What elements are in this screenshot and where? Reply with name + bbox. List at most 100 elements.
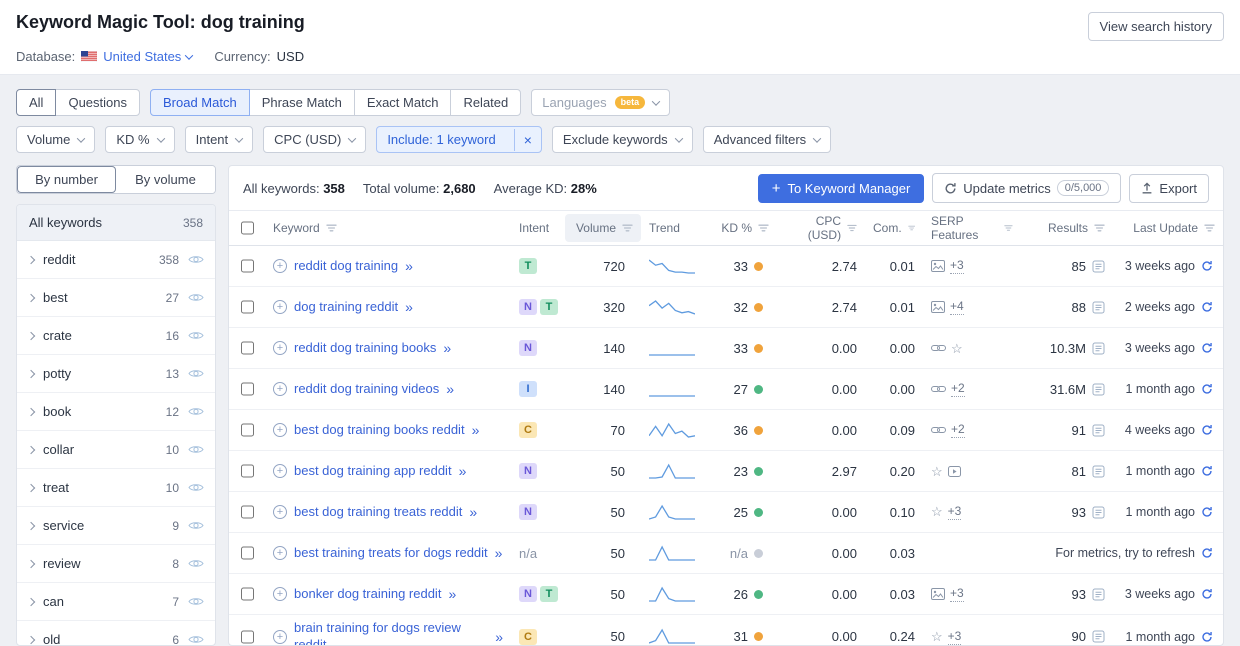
to-keyword-manager-button[interactable]: + To Keyword Manager — [758, 174, 925, 203]
keyword-group-treat[interactable]: treat 10 — [17, 469, 215, 507]
languages-dropdown[interactable]: Languages beta — [531, 89, 670, 116]
cpc-filter-dropdown[interactable]: CPC (USD) — [263, 126, 366, 153]
row-checkbox[interactable] — [241, 259, 254, 273]
serp-more-link[interactable]: +2 — [951, 422, 965, 437]
eye-icon[interactable] — [188, 254, 204, 265]
keyword-link[interactable]: bonker dog training reddit — [294, 586, 441, 603]
eye-icon[interactable] — [188, 368, 204, 379]
refresh-row-icon[interactable] — [1201, 631, 1213, 643]
keyword-group-best[interactable]: best 27 — [17, 279, 215, 317]
keyword-link[interactable]: best dog training treats reddit — [294, 504, 462, 521]
tab-all[interactable]: All — [16, 89, 56, 116]
by-volume-button[interactable]: By volume — [116, 166, 215, 193]
open-keyword-icon[interactable]: » — [495, 629, 503, 645]
eye-icon[interactable] — [188, 292, 204, 303]
keyword-link[interactable]: dog training reddit — [294, 299, 398, 316]
eye-icon[interactable] — [188, 444, 204, 455]
tab-phrase-match[interactable]: Phrase Match — [249, 89, 355, 116]
refresh-row-icon[interactable] — [1201, 506, 1213, 518]
row-checkbox[interactable] — [241, 630, 254, 644]
add-keyword-icon[interactable]: + — [273, 423, 287, 437]
select-all-checkbox[interactable] — [241, 221, 254, 235]
row-checkbox[interactable] — [241, 546, 254, 560]
open-keyword-icon[interactable]: » — [472, 422, 480, 438]
keyword-link[interactable]: best dog training app reddit — [294, 463, 452, 480]
open-keyword-icon[interactable]: » — [448, 586, 456, 602]
keyword-group-reddit[interactable]: reddit 358 — [17, 241, 215, 279]
refresh-row-icon[interactable] — [1201, 424, 1213, 436]
add-keyword-icon[interactable]: + — [273, 464, 287, 478]
eye-icon[interactable] — [188, 330, 204, 341]
refresh-row-icon[interactable] — [1201, 260, 1213, 272]
row-checkbox[interactable] — [241, 464, 254, 478]
serp-results-icon[interactable] — [1092, 424, 1105, 437]
volume-filter-dropdown[interactable]: Volume — [16, 126, 95, 153]
eye-icon[interactable] — [188, 596, 204, 607]
open-keyword-icon[interactable]: » — [446, 381, 454, 397]
column-header-last-update[interactable]: Last Update — [1113, 214, 1223, 242]
column-header-cpc-usd[interactable]: CPC (USD) — [777, 214, 865, 242]
keyword-group-service[interactable]: service 9 — [17, 507, 215, 545]
keyword-group-potty[interactable]: potty 13 — [17, 355, 215, 393]
eye-icon[interactable] — [188, 558, 204, 569]
include-filter-chip[interactable]: Include: 1 keyword × — [376, 126, 542, 153]
row-checkbox[interactable] — [241, 341, 254, 355]
add-keyword-icon[interactable]: + — [273, 382, 287, 396]
eye-icon[interactable] — [188, 520, 204, 531]
row-checkbox[interactable] — [241, 587, 254, 601]
keyword-link[interactable]: best training treats for dogs reddit — [294, 545, 488, 562]
keyword-link[interactable]: reddit dog training videos — [294, 381, 439, 398]
serp-more-link[interactable]: +3 — [950, 586, 964, 601]
keyword-group-can[interactable]: can 7 — [17, 583, 215, 621]
column-header-serp-features[interactable]: SERP Features — [923, 214, 1021, 242]
add-keyword-icon[interactable]: + — [273, 259, 287, 273]
tab-broad-match[interactable]: Broad Match — [150, 89, 250, 116]
add-keyword-icon[interactable]: + — [273, 546, 287, 560]
tab-related[interactable]: Related — [450, 89, 521, 116]
serp-results-icon[interactable] — [1092, 588, 1105, 601]
eye-icon[interactable] — [188, 482, 204, 493]
column-header-keyword[interactable]: Keyword — [265, 214, 511, 242]
column-header-kd[interactable]: KD % — [705, 214, 777, 242]
by-number-button[interactable]: By number — [17, 166, 116, 193]
keyword-link[interactable]: best dog training books reddit — [294, 422, 465, 439]
row-checkbox[interactable] — [241, 382, 254, 396]
add-keyword-icon[interactable]: + — [273, 341, 287, 355]
exclude-keywords-filter-dropdown[interactable]: Exclude keywords — [552, 126, 693, 153]
keyword-group-collar[interactable]: collar 10 — [17, 431, 215, 469]
refresh-row-icon[interactable] — [1201, 547, 1213, 559]
add-keyword-icon[interactable]: + — [273, 630, 287, 644]
serp-more-link[interactable]: +3 — [948, 629, 962, 644]
open-keyword-icon[interactable]: » — [405, 258, 413, 274]
row-checkbox[interactable] — [241, 505, 254, 519]
update-metrics-button[interactable]: Update metrics 0/5,000 — [932, 173, 1121, 203]
serp-results-icon[interactable] — [1092, 465, 1105, 478]
open-keyword-icon[interactable]: » — [443, 340, 451, 356]
column-header-intent[interactable]: Intent — [511, 214, 565, 242]
serp-results-icon[interactable] — [1092, 301, 1105, 314]
serp-more-link[interactable]: +3 — [950, 258, 964, 273]
intent-filter-dropdown[interactable]: Intent — [185, 126, 254, 153]
keyword-link[interactable]: reddit dog training books — [294, 340, 436, 357]
serp-more-link[interactable]: +2 — [951, 381, 965, 396]
keyword-group-book[interactable]: book 12 — [17, 393, 215, 431]
refresh-row-icon[interactable] — [1201, 383, 1213, 395]
row-checkbox[interactable] — [241, 423, 254, 437]
add-keyword-icon[interactable]: + — [273, 505, 287, 519]
open-keyword-icon[interactable]: » — [459, 463, 467, 479]
tab-exact-match[interactable]: Exact Match — [354, 89, 452, 116]
keyword-group-review[interactable]: review 8 — [17, 545, 215, 583]
column-header-volume[interactable]: Volume — [565, 214, 641, 242]
open-keyword-icon[interactable]: » — [495, 545, 503, 561]
serp-results-icon[interactable] — [1092, 342, 1105, 355]
refresh-row-icon[interactable] — [1201, 465, 1213, 477]
refresh-row-icon[interactable] — [1201, 301, 1213, 313]
column-header-com[interactable]: Com. — [865, 214, 923, 242]
all-keywords-group[interactable]: All keywords 358 — [17, 205, 215, 241]
view-search-history-button[interactable]: View search history — [1088, 12, 1224, 41]
serp-results-icon[interactable] — [1092, 506, 1105, 519]
add-keyword-icon[interactable]: + — [273, 300, 287, 314]
keyword-group-old[interactable]: old 6 — [17, 621, 215, 646]
column-header-results[interactable]: Results — [1021, 214, 1113, 242]
advanced-filters-filter-dropdown[interactable]: Advanced filters — [703, 126, 832, 153]
